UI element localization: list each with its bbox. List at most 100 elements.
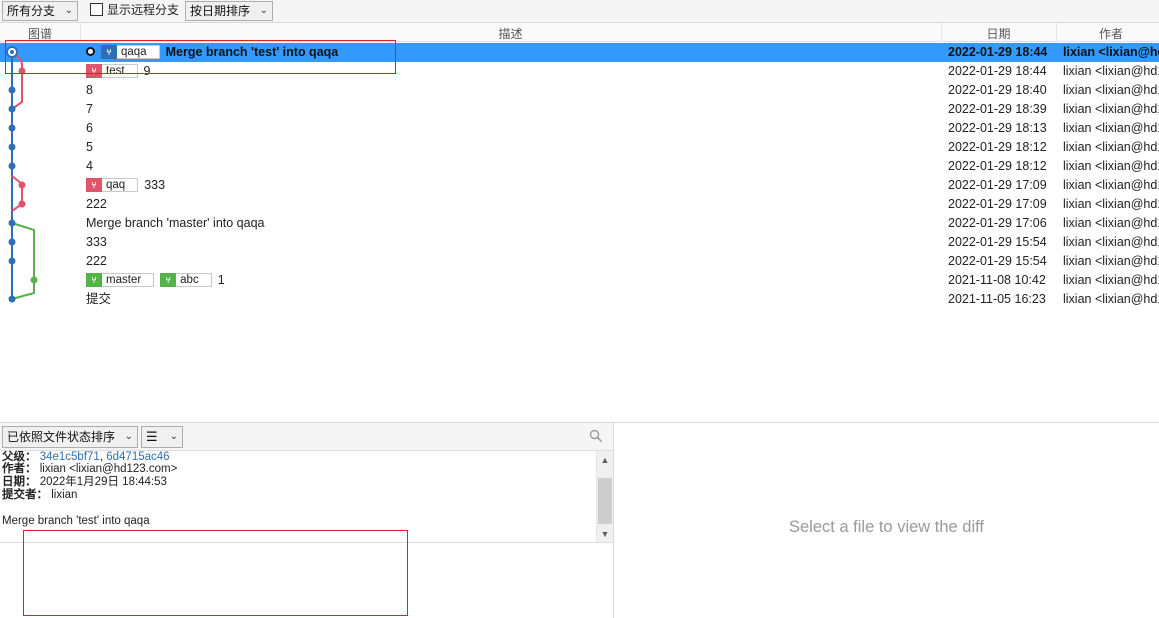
file-sort-dropdown[interactable]: 已依照文件状态排序 ⌄: [2, 426, 138, 448]
commit-row[interactable]: 222 2022-01-29 17:09 lixian <lixian@hd123.…: [0, 195, 1159, 214]
graph-node[interactable]: [18, 200, 26, 208]
commit-row[interactable]: 8 2022-01-29 18:40 lixian <lixian@hd123.co…: [0, 81, 1159, 100]
commit-message: 8: [86, 83, 93, 97]
commit-message: 提交: [86, 292, 112, 306]
commit-author: lixian <lixian@hd123.com>: [1063, 273, 1159, 287]
commit-author: lixian <lixian@hd123.com>: [1063, 292, 1159, 306]
details-scrollbar[interactable]: ▲ ▼: [596, 451, 613, 542]
sort-order-dropdown[interactable]: 按日期排序 ⌄: [185, 1, 273, 21]
graph-node[interactable]: [8, 238, 16, 246]
commit-message: Merge branch 'test' into qaqa: [2, 515, 150, 527]
branch-label[interactable]: ⑂ master: [86, 273, 155, 287]
commit-row[interactable]: 4 2022-01-29 18:12 lixian <lixian@hd123.co…: [0, 157, 1159, 176]
commit-date: 2021-11-08 10:42: [948, 273, 1046, 287]
scroll-thumb[interactable]: [598, 478, 612, 524]
graph-node[interactable]: [8, 295, 16, 303]
commit-date: 2022-01-29 17:09: [948, 197, 1047, 211]
commit-date: 2022-01-29 18:12: [948, 159, 1047, 173]
commit-row[interactable]: 333 2022-01-29 15:54 lixian <lixian@hd123.…: [0, 233, 1159, 252]
commit-author: lixian <lixian@hd123.com>: [1063, 216, 1159, 230]
branch-name: qaq: [106, 179, 126, 191]
commit-message: 222: [86, 254, 107, 268]
sort-order-label: 按日期排序: [190, 4, 251, 18]
branch-icon: ⑂: [86, 273, 102, 287]
branch-name: master: [106, 274, 142, 286]
column-author[interactable]: 作者: [1056, 25, 1159, 42]
graph-node[interactable]: [30, 276, 38, 284]
commit-date: 2022-01-29 15:54: [948, 254, 1047, 268]
chevron-down-icon: ⌄: [259, 5, 268, 16]
graph-node[interactable]: [8, 257, 16, 265]
graph-node[interactable]: [8, 143, 16, 151]
chevron-down-icon: ⌄: [124, 431, 133, 442]
commit-date: 2022-01-29 18:39: [948, 102, 1047, 116]
commit-description: 333: [86, 233, 107, 252]
show-remote-label: 显示远程分支: [107, 3, 180, 17]
commit-date: 2022-01-29 18:12: [948, 140, 1047, 154]
parent-hash-link[interactable]: 34e1c5bf71: [40, 451, 100, 463]
commit-description: 222: [86, 252, 107, 271]
graph-node[interactable]: [8, 219, 16, 227]
branch-label[interactable]: ⑂ qaq: [86, 178, 139, 192]
branch-icon: ⑂: [160, 273, 177, 287]
column-date[interactable]: 日期: [941, 25, 1056, 42]
graph-node[interactable]: [8, 124, 16, 132]
commit-date: 2022-01-29 17:06: [948, 216, 1047, 230]
list-icon: ☰: [146, 429, 158, 444]
file-panel-toolbar: 已依照文件状态排序 ⌄ ☰ ⌄: [0, 423, 613, 451]
commit-author: lixian <lixian@hd123.com>: [1063, 83, 1159, 97]
commit-author: lixian <lixian@hd123.com>: [1063, 45, 1159, 59]
commit-description: ⑂ master ⑂ abc 1: [86, 271, 225, 290]
graph-node[interactable]: [18, 181, 26, 189]
commit-list: ⑂ qaqa Merge branch 'test' into qaqa 2022-0…: [0, 42, 1159, 422]
branch-filter-label: 所有分支: [7, 4, 56, 18]
commit-message: 333: [144, 178, 166, 192]
commit-row[interactable]: 5 2022-01-29 18:12 lixian <lixian@hd123.co…: [0, 138, 1159, 157]
commit-date: 2021-11-05 16:23: [948, 292, 1046, 306]
commit-row[interactable]: 222 2022-01-29 15:54 lixian <lixian@hd123.…: [0, 252, 1159, 271]
commit-author: lixian <lixian@hd123.com>: [1063, 178, 1159, 192]
file-view-dropdown[interactable]: ☰ ⌄: [141, 426, 183, 448]
commit-description: 8: [86, 81, 93, 100]
chevron-down-icon: ⌄: [169, 431, 178, 442]
scroll-up-icon[interactable]: ▲: [597, 453, 613, 467]
chevron-down-icon: ⌄: [64, 5, 73, 16]
commit-author: lixian <lixian@hd123.com>: [1063, 140, 1159, 154]
commit-message: 1: [217, 273, 225, 287]
commit-row[interactable]: 6 2022-01-29 18:13 lixian <lixian@hd123.co…: [0, 119, 1159, 138]
committer-value: lixian: [51, 489, 78, 501]
commit-row[interactable]: ⑂ master ⑂ abc 1 2021-11-08 10:42 lixian <lixi…: [0, 271, 1159, 290]
commit-message: 222: [86, 197, 107, 211]
parent-hash-link[interactable]: 6d4715ac46: [106, 451, 169, 463]
show-remote-checkbox[interactable]: [90, 3, 103, 16]
commit-row[interactable]: 提交 2021-11-05 16:23 lixian <lixian@hd123.c…: [0, 290, 1159, 309]
commit-description: 6: [86, 119, 93, 138]
scroll-down-icon[interactable]: ▼: [597, 527, 613, 541]
author-value: lixian <lixian@hd123.com>: [39, 463, 178, 475]
commit-description: 5: [86, 138, 93, 157]
commit-row[interactable]: 7 2022-01-29 18:39 lixian <lixian@hd123.co…: [0, 100, 1159, 119]
commit-author: lixian <lixian@hd123.com>: [1063, 197, 1159, 211]
commit-author: lixian <lixian@hd123.com>: [1063, 159, 1159, 173]
commit-graph: [6, 46, 38, 303]
graph-node[interactable]: [8, 162, 16, 170]
branch-filter-dropdown[interactable]: 所有分支 ⌄: [2, 1, 78, 21]
commit-author: lixian <lixian@hd123.com>: [1063, 102, 1159, 116]
graph-node[interactable]: [8, 105, 16, 113]
file-sort-label: 已依照文件状态排序: [7, 430, 116, 444]
search-icon[interactable]: [589, 429, 603, 443]
commit-description: 提交: [86, 290, 111, 309]
commit-author: lixian <lixian@hd123.com>: [1063, 121, 1159, 135]
commit-row[interactable]: ⑂ qaq 333 2022-01-29 17:09 lixian <lixian@hd…: [0, 176, 1159, 195]
branch-label[interactable]: ⑂ abc: [160, 273, 212, 287]
commit-author: lixian <lixian@hd123.com>: [1063, 235, 1159, 249]
commit-message: 5: [86, 140, 93, 154]
date-label: 日期：: [2, 476, 37, 488]
history-toolbar: 所有分支 ⌄ 显示远程分支 按日期排序 ⌄: [0, 0, 1159, 23]
commit-description: Merge branch 'master' into qaqa: [86, 214, 264, 233]
annotation-box-file-list: [23, 530, 408, 616]
commit-description: ⑂ qaq 333: [86, 176, 165, 195]
graph-node[interactable]: [8, 86, 16, 94]
commit-row[interactable]: Merge branch 'master' into qaqa 2022-01-2…: [0, 214, 1159, 233]
commit-message: 7: [86, 102, 93, 116]
